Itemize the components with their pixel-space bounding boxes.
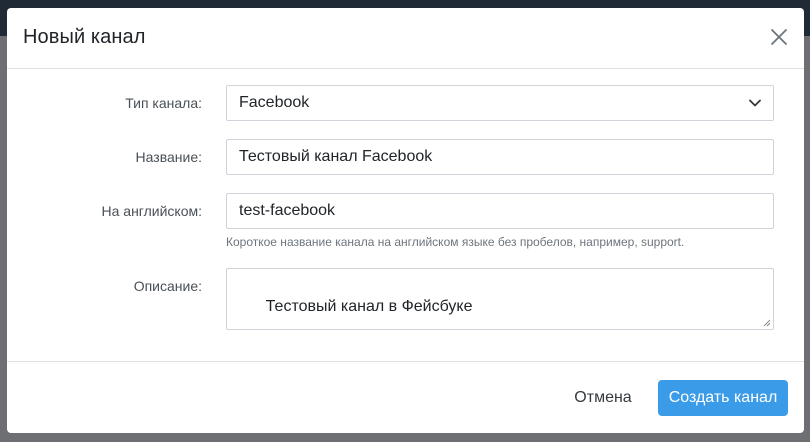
english-name-help-text: Короткое название канала на английском я… (226, 235, 685, 249)
new-channel-dialog: Новый канал Тип канала: Facebook Названи… (7, 8, 804, 433)
dialog-header: Новый канал (7, 8, 804, 69)
channel-type-label: Тип канала: (125, 95, 202, 111)
dialog-title: Новый канал (23, 26, 146, 48)
name-input[interactable]: Тестовый канал Facebook (226, 139, 774, 175)
resize-grip-icon[interactable] (763, 319, 771, 327)
cancel-button[interactable]: Отмена (565, 380, 641, 416)
description-label: Описание: (133, 278, 202, 294)
close-icon (771, 29, 787, 45)
name-label: Название: (135, 149, 202, 165)
chevron-down-icon (749, 99, 761, 107)
channel-type-value: Facebook (239, 94, 310, 111)
english-name-label: На английском: (101, 203, 203, 219)
create-channel-button[interactable]: Создать канал (658, 380, 788, 416)
description-text: Тестовый канал в Фейсбуке (265, 298, 473, 315)
close-button[interactable] (769, 27, 789, 47)
dialog-footer: Отмена Создать канал (7, 361, 804, 433)
description-textarea[interactable]: Тестовый канал в Фейсбуке (226, 268, 774, 330)
english-name-input[interactable]: test-facebook (226, 193, 774, 229)
channel-type-select[interactable]: Facebook (226, 85, 774, 121)
